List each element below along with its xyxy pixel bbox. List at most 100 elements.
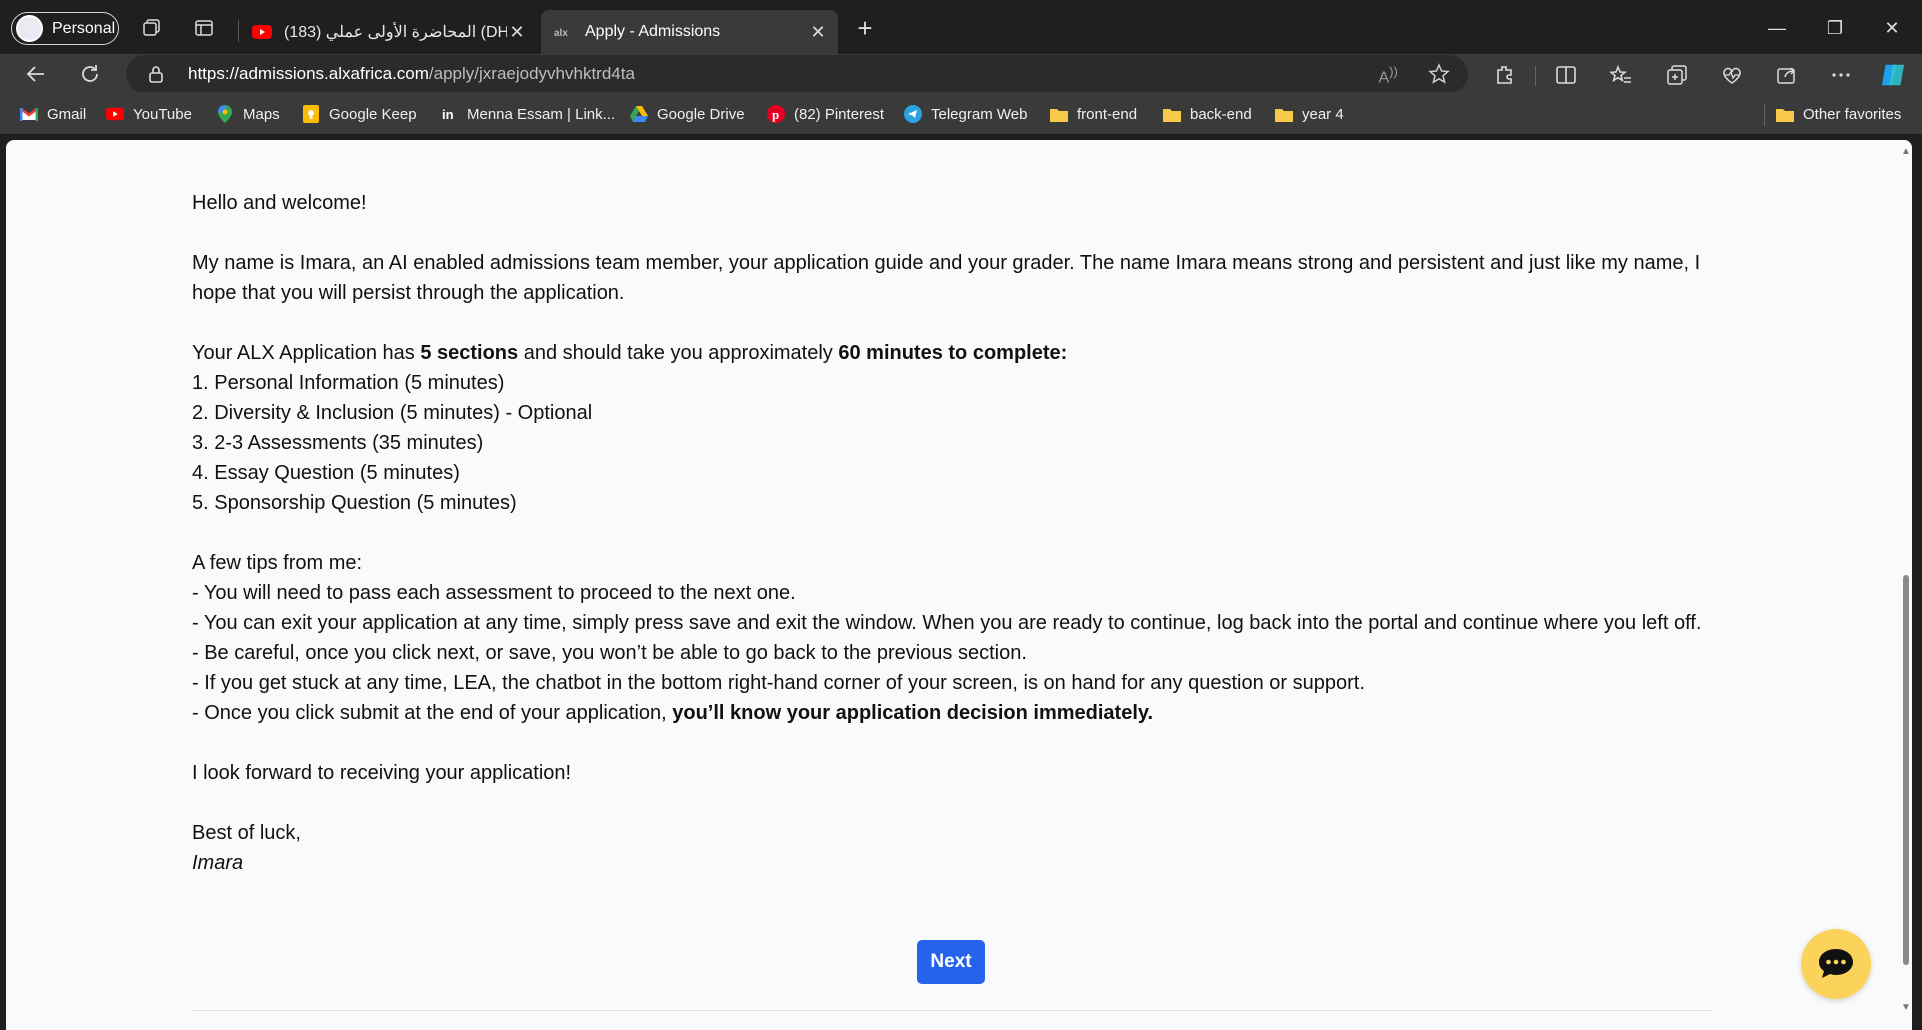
bookmark-other-favorites[interactable]: Other favorites [1776,104,1901,124]
workspaces-icon[interactable] [141,17,163,39]
copilot-icon[interactable] [1880,62,1906,88]
toolbar-separator [1535,66,1536,86]
restore-button[interactable]: ❐ [1820,14,1850,42]
chat-bubble-icon [1819,949,1853,978]
bookmark-label: YouTube [133,105,192,123]
keep-icon [302,105,320,123]
bookmark-label: back-end [1190,105,1252,123]
favorites-separator [1764,104,1765,126]
lock-icon[interactable] [148,65,164,88]
youtube-icon [106,105,124,123]
avatar [16,15,43,42]
bookmark-label: Gmail [47,105,87,123]
folder-icon [1050,105,1068,123]
favorites-icon[interactable] [1608,62,1634,88]
section-item: 1. Personal Information (5 minutes) [192,372,505,394]
svg-text:alx: alx [554,28,568,38]
profile-button[interactable]: Personal [11,12,119,45]
bookmark-maps[interactable]: Maps [216,104,280,124]
bookmark-label: front-end [1077,105,1138,123]
read-aloud-glyph: A [1378,69,1390,87]
drive-icon [630,105,648,123]
tab-admissions[interactable]: alx Apply - Admissions ✕ [541,10,838,54]
tip-item: - You will need to pass each assessment … [192,582,796,604]
minimize-button[interactable]: — [1762,14,1792,42]
summary-prefix: Your ALX Application has [192,342,421,364]
url-host: https://admissions.alxafrica.com [188,64,429,83]
close-icon[interactable]: ✕ [507,22,527,42]
collections-icon[interactable] [1664,62,1690,88]
svg-text:in: in [442,107,454,122]
page-viewport: Hello and welcome! My name is Imara, an … [6,140,1912,1030]
bookmark-folder-year-4[interactable]: year 4 [1275,104,1344,124]
section-item: 2. Diversity & Inclusion (5 minutes) - O… [192,402,593,424]
tip-item: - If you get stuck at any time, LEA, the… [192,672,1365,694]
signature: Imara [192,848,1732,878]
folder-icon [1275,105,1293,123]
url-text[interactable]: https://admissions.alxafrica.com/apply/j… [188,64,635,84]
close-icon[interactable]: ✕ [808,22,828,42]
star-icon[interactable] [1428,63,1450,90]
tab-youtube[interactable]: (183) المحاضرة الأولى عملي (DHCP ✕ [240,10,537,54]
favorites-bar: Gmail YouTube Maps Google Keep in Menna … [0,92,1922,134]
tip-emphasis: you’ll know your application decision im… [672,702,1154,724]
bookmark-linkedin[interactable]: in Menna Essam | Link... [440,104,615,124]
scroll-up-icon[interactable]: ▲ [1901,146,1911,157]
bookmark-google-drive[interactable]: Google Drive [630,104,745,124]
refresh-button[interactable] [76,60,104,88]
welcome-message: Hello and welcome! My name is Imara, an … [192,188,1732,878]
bookmark-label: year 4 [1302,105,1344,123]
new-tab-button[interactable]: + [852,15,878,42]
split-screen-icon[interactable] [1553,62,1579,88]
more-options-icon[interactable] [1828,62,1854,88]
bookmark-google-keep[interactable]: Google Keep [302,104,417,124]
tab-strip: Personal (183) المحاضرة الأولى عملي (DHC… [0,0,1922,54]
folder-icon [1776,105,1794,123]
url-path: /apply/jxraejodyvhvhktrd4ta [428,64,635,83]
tips-heading: A few tips from me: [192,552,363,574]
bookmark-telegram[interactable]: Telegram Web [904,104,1027,124]
close-window-button[interactable]: ✕ [1877,14,1907,42]
read-aloud-icon[interactable]: A)) [1378,64,1398,87]
intro-paragraph: My name is Imara, an AI enabled admissio… [192,252,1701,304]
bookmark-label: Google Drive [657,105,745,123]
next-button[interactable]: Next [917,940,985,984]
scroll-down-icon[interactable]: ▼ [1901,1002,1911,1013]
bookmark-youtube[interactable]: YouTube [106,104,192,124]
svg-text:p: p [772,107,779,122]
page-scrollbar[interactable]: ▲ ▼ [1900,140,1912,1030]
bookmark-label: Telegram Web [931,105,1028,123]
address-bar[interactable]: https://admissions.alxafrica.com/apply/j… [126,55,1468,93]
tab-actions-icon[interactable] [193,17,215,39]
chatbot-button[interactable] [1801,929,1871,999]
bookmark-folder-front-end[interactable]: front-end [1050,104,1137,124]
tip-item: - Once you click submit at the end of yo… [192,698,1732,728]
browser-essentials-icon[interactable] [1719,62,1745,88]
youtube-icon [252,22,272,42]
bookmark-label: Google Keep [329,105,417,123]
section-item: 5. Sponsorship Question (5 minutes) [192,492,517,514]
scrollbar-thumb[interactable] [1903,575,1909,965]
signature-name: Imara [192,852,244,874]
closing-line: I look forward to receiving your applica… [192,762,572,784]
section-item: 4. Essay Question (5 minutes) [192,462,460,484]
signoff: Best of luck, [192,822,301,844]
telegram-icon [904,105,922,123]
arrow-left-icon [26,66,44,82]
summary-middle: and should take you approximately [518,342,839,364]
application-summary: Your ALX Application has 5 sections and … [192,338,1732,368]
bookmark-label: Other favorites [1803,105,1902,123]
extensions-icon[interactable] [1492,62,1518,88]
section-item: 3. 2-3 Assessments (35 minutes) [192,432,484,454]
back-button[interactable] [22,60,50,88]
tab-title: Apply - Admissions [585,23,721,40]
bookmark-folder-back-end[interactable]: back-end [1163,104,1252,124]
bookmark-gmail[interactable]: Gmail [20,104,86,124]
bookmark-label: Maps [243,105,280,123]
summary-sections: 5 sections [420,342,519,364]
bookmark-pinterest[interactable]: p (82) Pinterest [767,104,884,124]
tip-item: - Be careful, once you click next, or sa… [192,642,1027,664]
gmail-icon [20,105,38,123]
share-icon[interactable] [1774,62,1800,88]
alx-icon: alx [553,22,573,42]
